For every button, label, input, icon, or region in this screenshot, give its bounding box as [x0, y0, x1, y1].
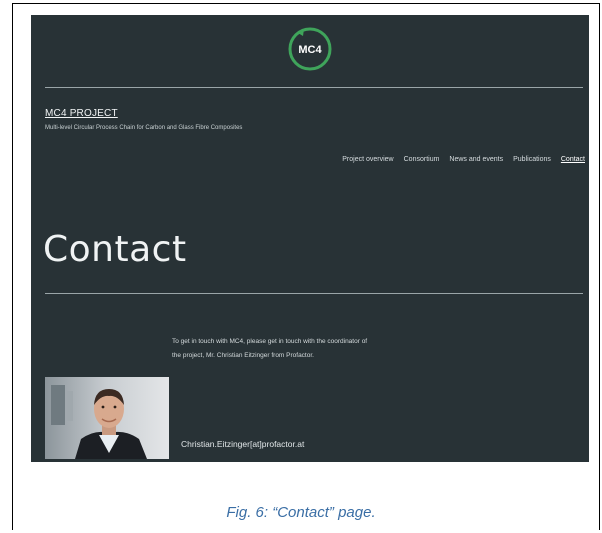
- main-nav: Project overview Consortium News and eve…: [342, 156, 585, 163]
- svg-text:MC4: MC4: [298, 44, 322, 56]
- nav-item-news-and-events[interactable]: News and events: [449, 156, 503, 163]
- contact-intro: To get in touch with MC4, please get in …: [172, 335, 492, 363]
- nav-item-project-overview[interactable]: Project overview: [342, 156, 393, 163]
- nav-item-publications[interactable]: Publications: [513, 156, 551, 163]
- intro-line-2: the project, Mr. Christian Eitzinger fro…: [172, 352, 314, 359]
- title-divider: [45, 293, 583, 294]
- nav-item-contact[interactable]: Contact: [561, 156, 585, 163]
- coordinator-photo: [45, 377, 169, 459]
- page-title: Contact: [43, 229, 187, 270]
- figure-caption: Fig. 6: “Contact” page.: [226, 504, 376, 521]
- website-screenshot: MC4 MC4 PROJECT Multi-level Circular Pro…: [31, 15, 589, 462]
- nav-item-consortium[interactable]: Consortium: [404, 156, 440, 163]
- project-subtitle: Multi-level Circular Process Chain for C…: [45, 125, 243, 131]
- header-divider: [45, 87, 583, 88]
- project-name-link[interactable]: MC4 PROJECT: [45, 108, 118, 119]
- mc4-logo[interactable]: MC4: [284, 23, 336, 75]
- contact-email[interactable]: Christian.Eitzinger[at]profactor.at: [181, 439, 304, 449]
- intro-line-1: To get in touch with MC4, please get in …: [172, 338, 368, 345]
